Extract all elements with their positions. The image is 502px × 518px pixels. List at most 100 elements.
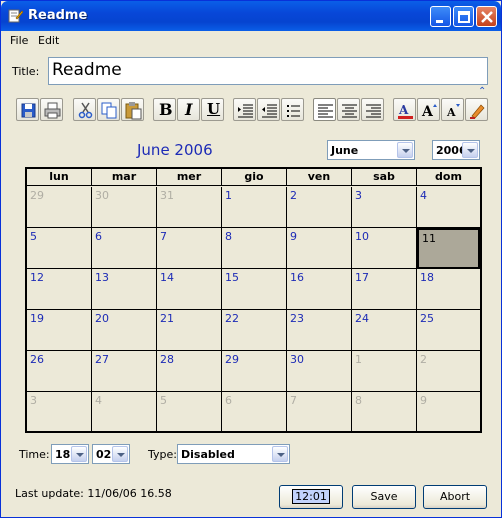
calendar-day[interactable]: 7 bbox=[157, 228, 222, 269]
calendar-day-number: 6 bbox=[95, 230, 102, 243]
calendar-grid: lun mar mer gio ven sab dom 29 30 31 1 2 3 4 5 6 7 8 9 10 11… bbox=[25, 167, 482, 433]
calendar-day-number: 16 bbox=[290, 271, 304, 284]
calendar-day[interactable]: 4 bbox=[92, 392, 157, 433]
calendar-day[interactable]: 8 bbox=[222, 228, 287, 269]
calendar-day[interactable]: 31 bbox=[157, 187, 222, 228]
paste-toolbar-button[interactable] bbox=[121, 98, 144, 121]
calendar-day[interactable]: 6 bbox=[92, 228, 157, 269]
calendar-day[interactable]: 3 bbox=[27, 392, 92, 433]
calendar-day[interactable]: 2 bbox=[417, 351, 480, 392]
font-color-toolbar-button[interactable]: A bbox=[393, 98, 416, 121]
calendar-day[interactable]: 29 bbox=[222, 351, 287, 392]
bullet-list-toolbar-button[interactable] bbox=[281, 98, 304, 121]
abort-button[interactable]: Abort bbox=[423, 485, 487, 509]
calendar-day[interactable]: 10 bbox=[352, 228, 417, 269]
clear-format-toolbar-button[interactable] bbox=[465, 98, 488, 121]
copy-toolbar-button[interactable] bbox=[97, 98, 120, 121]
title-bar[interactable]: Readme bbox=[1, 1, 501, 31]
calendar-day-number: 25 bbox=[420, 312, 434, 325]
calendar-day[interactable]: 17 bbox=[352, 269, 417, 310]
calendar-day-number: 3 bbox=[355, 189, 362, 202]
calendar-day[interactable]: 9 bbox=[287, 228, 352, 269]
toolbar-collapse-icon[interactable]: ⌃ bbox=[478, 86, 486, 97]
underline-toolbar-button[interactable]: U bbox=[201, 98, 224, 121]
align-left-toolbar-button[interactable] bbox=[313, 98, 336, 121]
calendar-day[interactable]: 5 bbox=[157, 392, 222, 433]
calendar-day[interactable]: 9 bbox=[417, 392, 480, 433]
type-select[interactable]: Disabled bbox=[177, 444, 290, 464]
calendar-day-number: 29 bbox=[30, 189, 44, 202]
calendar-day[interactable]: 21 bbox=[157, 310, 222, 351]
copy-icon bbox=[101, 102, 117, 119]
font-shrink-icon: A bbox=[446, 104, 460, 119]
calendar-day[interactable]: 22 bbox=[222, 310, 287, 351]
month-select[interactable]: June bbox=[327, 140, 415, 160]
print-icon bbox=[44, 102, 61, 119]
font-shrink-toolbar-button[interactable]: A bbox=[441, 98, 464, 121]
calendar-day[interactable]: 13 bbox=[92, 269, 157, 310]
calendar-day-number: 2 bbox=[290, 189, 297, 202]
calendar-day[interactable]: 20 bbox=[92, 310, 157, 351]
calendar-month-title: June 2006 bbox=[137, 141, 213, 159]
maximize-button[interactable] bbox=[453, 6, 474, 27]
calendar-day[interactable]: 23 bbox=[287, 310, 352, 351]
calendar-day[interactable]: 14 bbox=[157, 269, 222, 310]
calendar-day[interactable]: 30 bbox=[92, 187, 157, 228]
calendar-day[interactable]: 8 bbox=[352, 392, 417, 433]
close-button[interactable] bbox=[476, 6, 497, 27]
calendar-day[interactable]: 3 bbox=[352, 187, 417, 228]
calendar-day[interactable]: 4 bbox=[417, 187, 480, 228]
notes-app-icon bbox=[8, 9, 23, 23]
calendar-day-number: 11 bbox=[422, 232, 436, 245]
menu-edit[interactable]: Edit bbox=[38, 34, 59, 47]
calendar-day[interactable]: 27 bbox=[92, 351, 157, 392]
calendar-day[interactable]: 24 bbox=[352, 310, 417, 351]
calendar-day[interactable]: 7 bbox=[287, 392, 352, 433]
clock-button[interactable]: 12:01 bbox=[279, 485, 343, 509]
type-select-value: Disabled bbox=[181, 448, 235, 461]
calendar-day[interactable]: 29 bbox=[27, 187, 92, 228]
hour-select[interactable]: 18 bbox=[51, 444, 89, 464]
calendar-day[interactable]: 1 bbox=[222, 187, 287, 228]
year-select[interactable]: 2006 bbox=[432, 140, 480, 160]
calendar-day[interactable]: 15 bbox=[222, 269, 287, 310]
calendar-day-number: 4 bbox=[420, 189, 427, 202]
print-toolbar-button[interactable] bbox=[40, 98, 63, 121]
align-right-toolbar-button[interactable] bbox=[361, 98, 384, 121]
calendar-day-number: 31 bbox=[160, 189, 174, 202]
menu-file[interactable]: File bbox=[10, 34, 28, 47]
minimize-button[interactable] bbox=[430, 6, 451, 27]
indent-icon bbox=[238, 104, 253, 118]
calendar-day-today[interactable]: 11 bbox=[417, 228, 480, 269]
calendar-day[interactable]: 1 bbox=[352, 351, 417, 392]
bold-toolbar-button[interactable]: B bbox=[153, 98, 176, 121]
calendar-day[interactable]: 2 bbox=[287, 187, 352, 228]
save-toolbar-button[interactable] bbox=[16, 98, 39, 121]
calendar-day[interactable]: 19 bbox=[27, 310, 92, 351]
calendar-day[interactable]: 12 bbox=[27, 269, 92, 310]
weekday-header: ven bbox=[287, 169, 352, 186]
minute-select-value: 02 bbox=[96, 448, 112, 461]
abort-button-label: Abort bbox=[439, 490, 471, 503]
month-select-value: June bbox=[331, 144, 359, 157]
indent-toolbar-button[interactable] bbox=[233, 98, 256, 121]
minute-select[interactable]: 02 bbox=[92, 444, 130, 464]
calendar-day[interactable]: 18 bbox=[417, 269, 480, 310]
cut-toolbar-button[interactable] bbox=[73, 98, 96, 121]
calendar-day[interactable]: 26 bbox=[27, 351, 92, 392]
calendar-day[interactable]: 30 bbox=[287, 351, 352, 392]
calendar-day[interactable]: 25 bbox=[417, 310, 480, 351]
calendar-day[interactable]: 28 bbox=[157, 351, 222, 392]
align-center-toolbar-button[interactable] bbox=[337, 98, 360, 121]
calendar-day[interactable]: 16 bbox=[287, 269, 352, 310]
last-update-text: Last update: 11/06/06 16.58 bbox=[15, 487, 172, 500]
calendar-day-number: 8 bbox=[355, 394, 362, 407]
calendar-day[interactable]: 5 bbox=[27, 228, 92, 269]
save-button[interactable]: Save bbox=[352, 485, 416, 509]
weekday-header: sab bbox=[352, 169, 417, 186]
font-grow-toolbar-button[interactable]: A bbox=[417, 98, 440, 121]
outdent-toolbar-button[interactable] bbox=[257, 98, 280, 121]
italic-toolbar-button[interactable]: I bbox=[177, 98, 200, 121]
title-input[interactable]: Readme bbox=[48, 57, 488, 85]
calendar-day[interactable]: 6 bbox=[222, 392, 287, 433]
